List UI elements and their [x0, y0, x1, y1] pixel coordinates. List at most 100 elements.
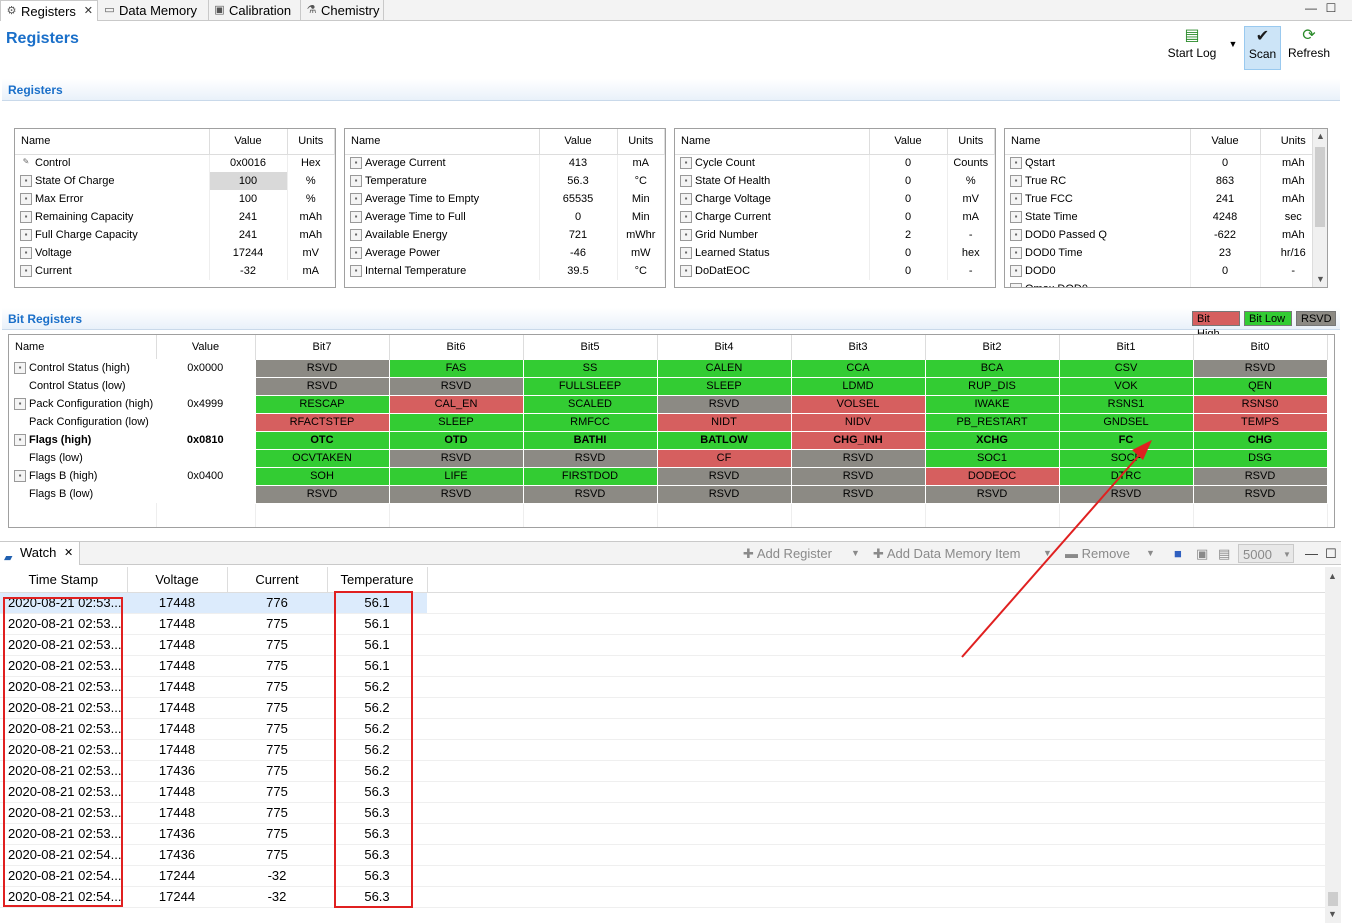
column-header-name[interactable]: Name	[15, 129, 210, 155]
table-row[interactable]: ▪ Full Charge Capacity 241 mAh	[15, 226, 335, 244]
maximize-icon[interactable]: ☐	[1325, 542, 1337, 565]
table-row[interactable]: ▪ Temperature 56.3 °C	[345, 172, 665, 190]
bit-cell[interactable]: CHG	[1192, 430, 1328, 450]
table-row[interactable]: 2020-08-21 02:53... 17448 775 56.2	[0, 718, 1325, 740]
column-header-bit0[interactable]: Bit0	[1193, 335, 1328, 359]
bit-cell[interactable]: RSVD	[790, 484, 926, 504]
column-header-bit1[interactable]: Bit1	[1059, 335, 1194, 359]
bit-cell[interactable]: CAL_EN	[388, 394, 524, 414]
column-header-units[interactable]: Units	[947, 129, 995, 155]
minimize-icon[interactable]: —	[1305, 542, 1318, 565]
table-row[interactable]: ▪ Grid Number 2-	[675, 226, 995, 244]
bit-cell[interactable]: RSVD	[254, 358, 390, 378]
scroll-up-icon[interactable]: ▲	[1325, 569, 1340, 584]
table-row[interactable]: ▪ State Of Health 0%	[675, 172, 995, 190]
scroll-up-icon[interactable]: ▲	[1313, 129, 1327, 144]
register-value[interactable]: -32	[209, 262, 288, 280]
tab-chemistry[interactable]: ⚗ Chemistry	[301, 0, 384, 21]
table-row[interactable]: 2020-08-21 02:53... 17448 775 56.2	[0, 697, 1325, 719]
table-row[interactable]: Control Status (low) RSVD RSVD FULLSLEEP SLE…	[9, 376, 1328, 396]
tab-calibration[interactable]: ▣ Calibration	[209, 0, 301, 21]
bit-cell[interactable]: RSVD	[1192, 358, 1328, 378]
scan-button[interactable]: ✔ Scan	[1244, 26, 1281, 70]
register-value[interactable]: 100	[209, 190, 288, 208]
bit-cell[interactable]: TEMPS	[1192, 412, 1328, 432]
table-row[interactable]: ▪ Average Time to Full 0 Min	[345, 208, 665, 226]
register-value[interactable]: 0	[1190, 262, 1261, 280]
refresh-button[interactable]: ⟳ Refresh	[1284, 26, 1334, 70]
table-row[interactable]: ▪ Average Current 413 mA	[345, 154, 665, 172]
table-row[interactable]: 2020-08-21 02:53... 17448 776 56.1	[0, 592, 1325, 614]
bit-cell[interactable]: RSVD	[790, 448, 926, 468]
bit-cell[interactable]: IWAKE	[924, 394, 1060, 414]
table-row[interactable]: 2020-08-21 02:53... 17448 775 56.1	[0, 655, 1325, 677]
bit-cell[interactable]: VOLSEL	[790, 394, 926, 414]
bit-cell[interactable]: BCA	[924, 358, 1060, 378]
table-row[interactable]: ▪ Control Status (high) 0x0000 RSVD FAS SS CAL…	[9, 358, 1328, 378]
column-header-current[interactable]: Current	[227, 567, 328, 593]
bit-cell[interactable]: SS	[522, 358, 658, 378]
table-row[interactable]: Pack Configuration (low) RFACTSTEP SLEEP RM…	[9, 412, 1328, 432]
column-header-units[interactable]: Units	[287, 129, 335, 155]
table-row[interactable]: 2020-08-21 02:53... 17448 775 56.3	[0, 802, 1325, 824]
column-header-units[interactable]: Units	[617, 129, 665, 155]
bit-cell[interactable]: RSNS1	[1058, 394, 1194, 414]
table-row[interactable]: 2020-08-21 02:53... 17448 775 56.2	[0, 739, 1325, 761]
table-row[interactable]: ▪ DoDatEOC 0-	[675, 262, 995, 280]
table-row[interactable]: ▪ Max Error 100%	[15, 190, 335, 208]
column-header-bit7[interactable]: Bit7	[255, 335, 390, 359]
bit-cell[interactable]: RSNS0	[1192, 394, 1328, 414]
bit-cell[interactable]: OTC	[254, 430, 390, 450]
bit-cell[interactable]: CCA	[790, 358, 926, 378]
bit-cell[interactable]: SOH	[254, 466, 390, 486]
bit-register-value[interactable]	[156, 377, 255, 395]
table-row[interactable]: ▪ Internal Temperature 39.5 °C	[345, 262, 665, 280]
bit-cell[interactable]: LDMD	[790, 376, 926, 396]
table-row[interactable]: ▪Qmax DOD0	[1005, 280, 1327, 287]
column-header-bit4[interactable]: Bit4	[657, 335, 792, 359]
bit-cell[interactable]: NIDV	[790, 412, 926, 432]
register-value[interactable]: 17244	[209, 244, 288, 262]
registers-section-header[interactable]: Registers	[2, 79, 1340, 101]
bit-registers-section-header[interactable]: Bit Registers Bit High Bit Low RSVD	[2, 308, 1340, 340]
add-data-memory-dropdown[interactable]: ▼	[1043, 542, 1052, 565]
table-row[interactable]: 2020-08-21 02:54... 17244 -32 56.3	[0, 865, 1325, 887]
add-register-dropdown[interactable]: ▼	[851, 542, 860, 565]
register-value[interactable]: 0	[539, 208, 618, 226]
table-row[interactable]: ▪ Pack Configuration (high) 0x4999 RESCAP CA…	[9, 394, 1328, 414]
scroll-down-icon[interactable]: ▼	[1325, 907, 1340, 922]
bit-cell[interactable]: RSVD	[522, 484, 658, 504]
table-row[interactable]: ▪ State Of Charge 100%	[15, 172, 335, 190]
register-value[interactable]: 4248	[1190, 208, 1261, 226]
table-row[interactable]: Flags (low) OCVTAKEN RSVD RSVD CF RSVD SOC1 SOC…	[9, 448, 1328, 468]
bit-register-value[interactable]	[156, 485, 255, 503]
register-value[interactable]: 39.5	[539, 262, 618, 280]
bit-cell[interactable]: RMFCC	[522, 412, 658, 432]
bit-cell[interactable]: LIFE	[388, 466, 524, 486]
tab-registers[interactable]: ⚙ Registers ✕	[0, 0, 98, 21]
table-row[interactable]: ▪ Average Power -46 mW	[345, 244, 665, 262]
register-value[interactable]: 65535	[539, 190, 618, 208]
column-header-value[interactable]: Value	[539, 129, 618, 155]
bit-cell[interactable]: SOC1	[924, 448, 1060, 468]
bit-cell[interactable]: RESCAP	[254, 394, 390, 414]
column-header-bit3[interactable]: Bit3	[791, 335, 926, 359]
table-row[interactable]: ▪ Learned Status 0 hex	[675, 244, 995, 262]
bit-cell[interactable]: RSVD	[1192, 466, 1328, 486]
register-value[interactable]: 56.3	[539, 172, 618, 190]
bit-cell[interactable]: SLEEP	[388, 412, 524, 432]
bit-cell[interactable]: FULLSLEEP	[522, 376, 658, 396]
table-row[interactable]: ▪ Charge Current 0 mA	[675, 208, 995, 226]
table-row[interactable]: ▪ True RC 863 mAh	[1005, 172, 1327, 190]
bit-cell[interactable]: RSVD	[1192, 484, 1328, 504]
bit-cell[interactable]: DODEOC	[924, 466, 1060, 486]
register-value[interactable]: 0	[869, 154, 948, 172]
table-row[interactable]: ▪ Available Energy 721 mWhr	[345, 226, 665, 244]
register-value[interactable]	[1190, 280, 1261, 287]
register-value[interactable]: -46	[539, 244, 618, 262]
table-row[interactable]: ▪ Cycle Count 0 Counts	[675, 154, 995, 172]
bit-cell[interactable]: QEN	[1192, 376, 1328, 396]
bit-cell[interactable]: RSVD	[522, 448, 658, 468]
watch-scrollbar[interactable]: ▲ ▼	[1325, 567, 1341, 923]
bit-cell[interactable]: BATLOW	[656, 430, 792, 450]
